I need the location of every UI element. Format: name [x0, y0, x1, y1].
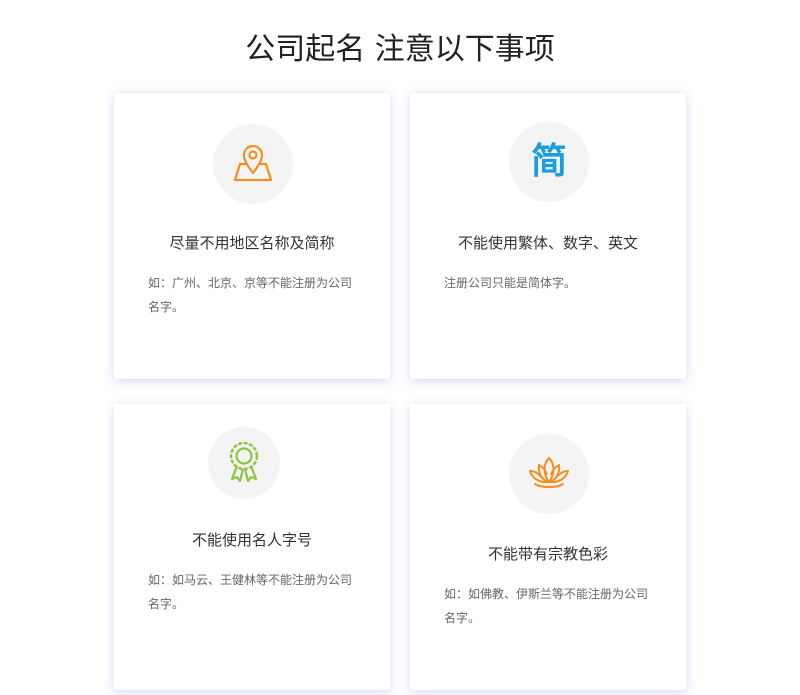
- page: 公司起名 注意以下事项 尽量不用地区名称及简称 如：广州、北京、京等不能注册为公…: [0, 0, 800, 695]
- icon-circle: [208, 427, 280, 499]
- card-region-names: 尽量不用地区名称及简称 如：广州、北京、京等不能注册为公司名字。: [114, 93, 390, 379]
- icon-circle: [509, 434, 589, 514]
- card-description: 如：广州、北京、京等不能注册为公司名字。: [148, 276, 353, 314]
- map-pin-icon: [231, 140, 275, 188]
- award-ribbon-icon: [224, 439, 264, 487]
- card-description: 如：如佛教、伊斯兰等不能注册为公司名字。: [444, 587, 649, 625]
- lotus-icon: [526, 452, 572, 496]
- page-title: 公司起名 注意以下事项: [245, 32, 555, 67]
- card-description: 注册公司只能是简体字。: [444, 276, 577, 290]
- card-description: 如：如马云、王健林等不能注册为公司名字。: [148, 573, 353, 611]
- icon-circle: 简: [509, 122, 589, 202]
- card-religious: 不能带有宗教色彩 如：如佛教、伊斯兰等不能注册为公司名字。: [410, 404, 686, 690]
- card-title: 不能使用名人字号: [191, 531, 312, 549]
- card-title: 不能使用繁体、数字、英文: [457, 234, 638, 252]
- card-title: 尽量不用地区名称及简称: [169, 234, 335, 252]
- card-simplified-chars: 简 不能使用繁体、数字、英文 注册公司只能是简体字。: [410, 93, 686, 379]
- simplified-char-icon: 简: [530, 141, 567, 182]
- card-title: 不能带有宗教色彩: [487, 545, 608, 563]
- card-celebrity-names: 不能使用名人字号 如：如马云、王健林等不能注册为公司名字。: [114, 404, 390, 690]
- icon-circle: [213, 124, 293, 204]
